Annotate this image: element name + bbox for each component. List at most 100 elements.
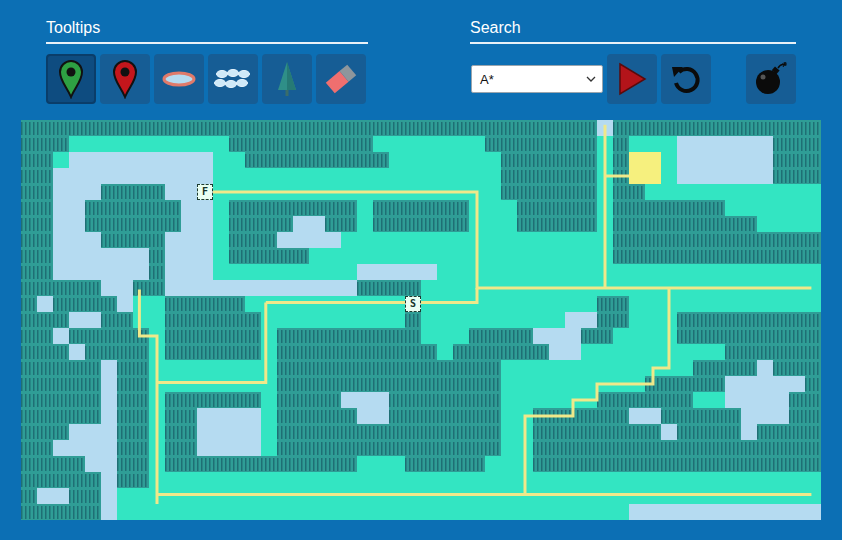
forest-tile[interactable]	[277, 360, 501, 376]
grass-tile[interactable]	[53, 152, 69, 168]
forest-tile[interactable]	[165, 392, 261, 408]
grass-tile[interactable]	[261, 344, 277, 360]
forest-tile[interactable]	[789, 392, 821, 408]
forest-tile[interactable]	[597, 312, 629, 328]
water-tile[interactable]	[277, 232, 341, 248]
grass-tile[interactable]	[213, 248, 229, 264]
tool-button[interactable]	[154, 54, 204, 104]
tool-button[interactable]	[262, 54, 312, 104]
water-tile[interactable]	[533, 328, 581, 344]
undo-button[interactable]	[661, 54, 711, 104]
water-tile[interactable]	[677, 152, 773, 168]
grass-tile[interactable]	[389, 152, 501, 168]
forest-tile[interactable]	[117, 424, 149, 440]
forest-tile[interactable]	[613, 184, 645, 200]
forest-tile[interactable]	[789, 408, 821, 424]
forest-tile[interactable]	[117, 472, 149, 488]
water-tile[interactable]	[37, 488, 69, 504]
forest-tile[interactable]	[773, 136, 821, 152]
forest-tile[interactable]	[21, 280, 53, 296]
forest-tile[interactable]	[149, 248, 165, 264]
forest-tile[interactable]	[613, 136, 629, 152]
water-tile[interactable]	[53, 200, 85, 216]
forest-tile[interactable]	[117, 376, 149, 392]
grass-tile[interactable]	[261, 408, 277, 424]
grass-tile[interactable]	[373, 136, 485, 152]
grass-tile[interactable]	[213, 200, 229, 216]
grass-tile[interactable]	[261, 440, 277, 456]
forest-tile[interactable]	[773, 152, 821, 168]
forest-tile[interactable]	[613, 232, 821, 248]
forest-tile[interactable]	[165, 408, 197, 424]
water-tile[interactable]	[69, 424, 117, 440]
water-tile[interactable]	[661, 424, 677, 440]
water-tile[interactable]	[757, 360, 773, 376]
grass-tile[interactable]	[357, 456, 405, 472]
grass-tile[interactable]	[149, 472, 821, 488]
water-tile[interactable]	[197, 408, 261, 424]
grass-tile[interactable]	[213, 168, 501, 184]
forest-tile[interactable]	[229, 232, 277, 248]
water-tile[interactable]	[37, 296, 53, 312]
forest-tile[interactable]	[501, 168, 597, 184]
forest-tile[interactable]	[469, 328, 533, 344]
forest-tile[interactable]	[613, 248, 821, 264]
forest-tile[interactable]	[581, 328, 613, 344]
forest-tile[interactable]	[677, 328, 821, 344]
forest-tile[interactable]	[133, 280, 165, 296]
forest-tile[interactable]	[725, 344, 821, 360]
forest-tile[interactable]	[533, 424, 661, 440]
grass-tile[interactable]	[261, 360, 277, 376]
bomb-button[interactable]	[746, 54, 796, 104]
grass-tile[interactable]	[261, 328, 277, 344]
forest-tile[interactable]	[85, 200, 181, 216]
forest-tile[interactable]	[21, 264, 53, 280]
forest-tile[interactable]	[21, 152, 53, 168]
water-tile[interactable]	[165, 184, 213, 200]
forest-tile[interactable]	[389, 392, 501, 408]
water-tile[interactable]	[181, 200, 213, 216]
forest-tile[interactable]	[149, 264, 165, 280]
map-canvas[interactable]	[21, 120, 821, 520]
forest-tile[interactable]	[21, 360, 101, 376]
forest-tile[interactable]	[277, 440, 501, 456]
water-tile[interactable]	[725, 376, 805, 392]
forest-tile[interactable]	[277, 344, 437, 360]
grass-tile[interactable]	[357, 216, 373, 232]
water-tile[interactable]	[53, 184, 101, 200]
forest-tile[interactable]	[517, 200, 597, 216]
grass-tile[interactable]	[437, 264, 821, 280]
forest-tile[interactable]	[645, 376, 725, 392]
grass-tile[interactable]	[341, 232, 597, 248]
forest-tile[interactable]	[21, 296, 37, 312]
forest-tile[interactable]	[277, 424, 501, 440]
forest-tile[interactable]	[21, 312, 69, 328]
forest-tile[interactable]	[693, 360, 757, 376]
grass-tile[interactable]	[261, 312, 277, 328]
water-tile[interactable]	[53, 248, 149, 264]
forest-tile[interactable]	[69, 488, 101, 504]
forest-tile[interactable]	[485, 136, 597, 152]
forest-tile[interactable]	[21, 168, 53, 184]
grass-tile[interactable]	[613, 328, 677, 344]
forest-tile[interactable]	[597, 392, 693, 408]
grass-tile[interactable]	[133, 296, 165, 312]
forest-tile[interactable]	[229, 216, 293, 232]
forest-tile[interactable]	[325, 216, 357, 232]
water-tile[interactable]	[357, 264, 437, 280]
forest-tile[interactable]	[21, 472, 101, 488]
map-marker[interactable]: S	[405, 296, 421, 312]
forest-tile[interactable]	[165, 456, 357, 472]
forest-tile[interactable]	[245, 152, 389, 168]
grass-tile[interactable]	[661, 168, 677, 184]
forest-tile[interactable]	[229, 200, 357, 216]
forest-tile[interactable]	[677, 312, 821, 328]
forest-tile[interactable]	[277, 408, 357, 424]
forest-tile[interactable]	[117, 408, 149, 424]
forest-tile[interactable]	[389, 408, 501, 424]
grass-tile[interactable]	[693, 392, 725, 408]
forest-tile[interactable]	[517, 216, 597, 232]
forest-tile[interactable]	[53, 280, 101, 296]
grass-tile[interactable]	[165, 360, 261, 376]
grass-tile[interactable]	[213, 232, 229, 248]
